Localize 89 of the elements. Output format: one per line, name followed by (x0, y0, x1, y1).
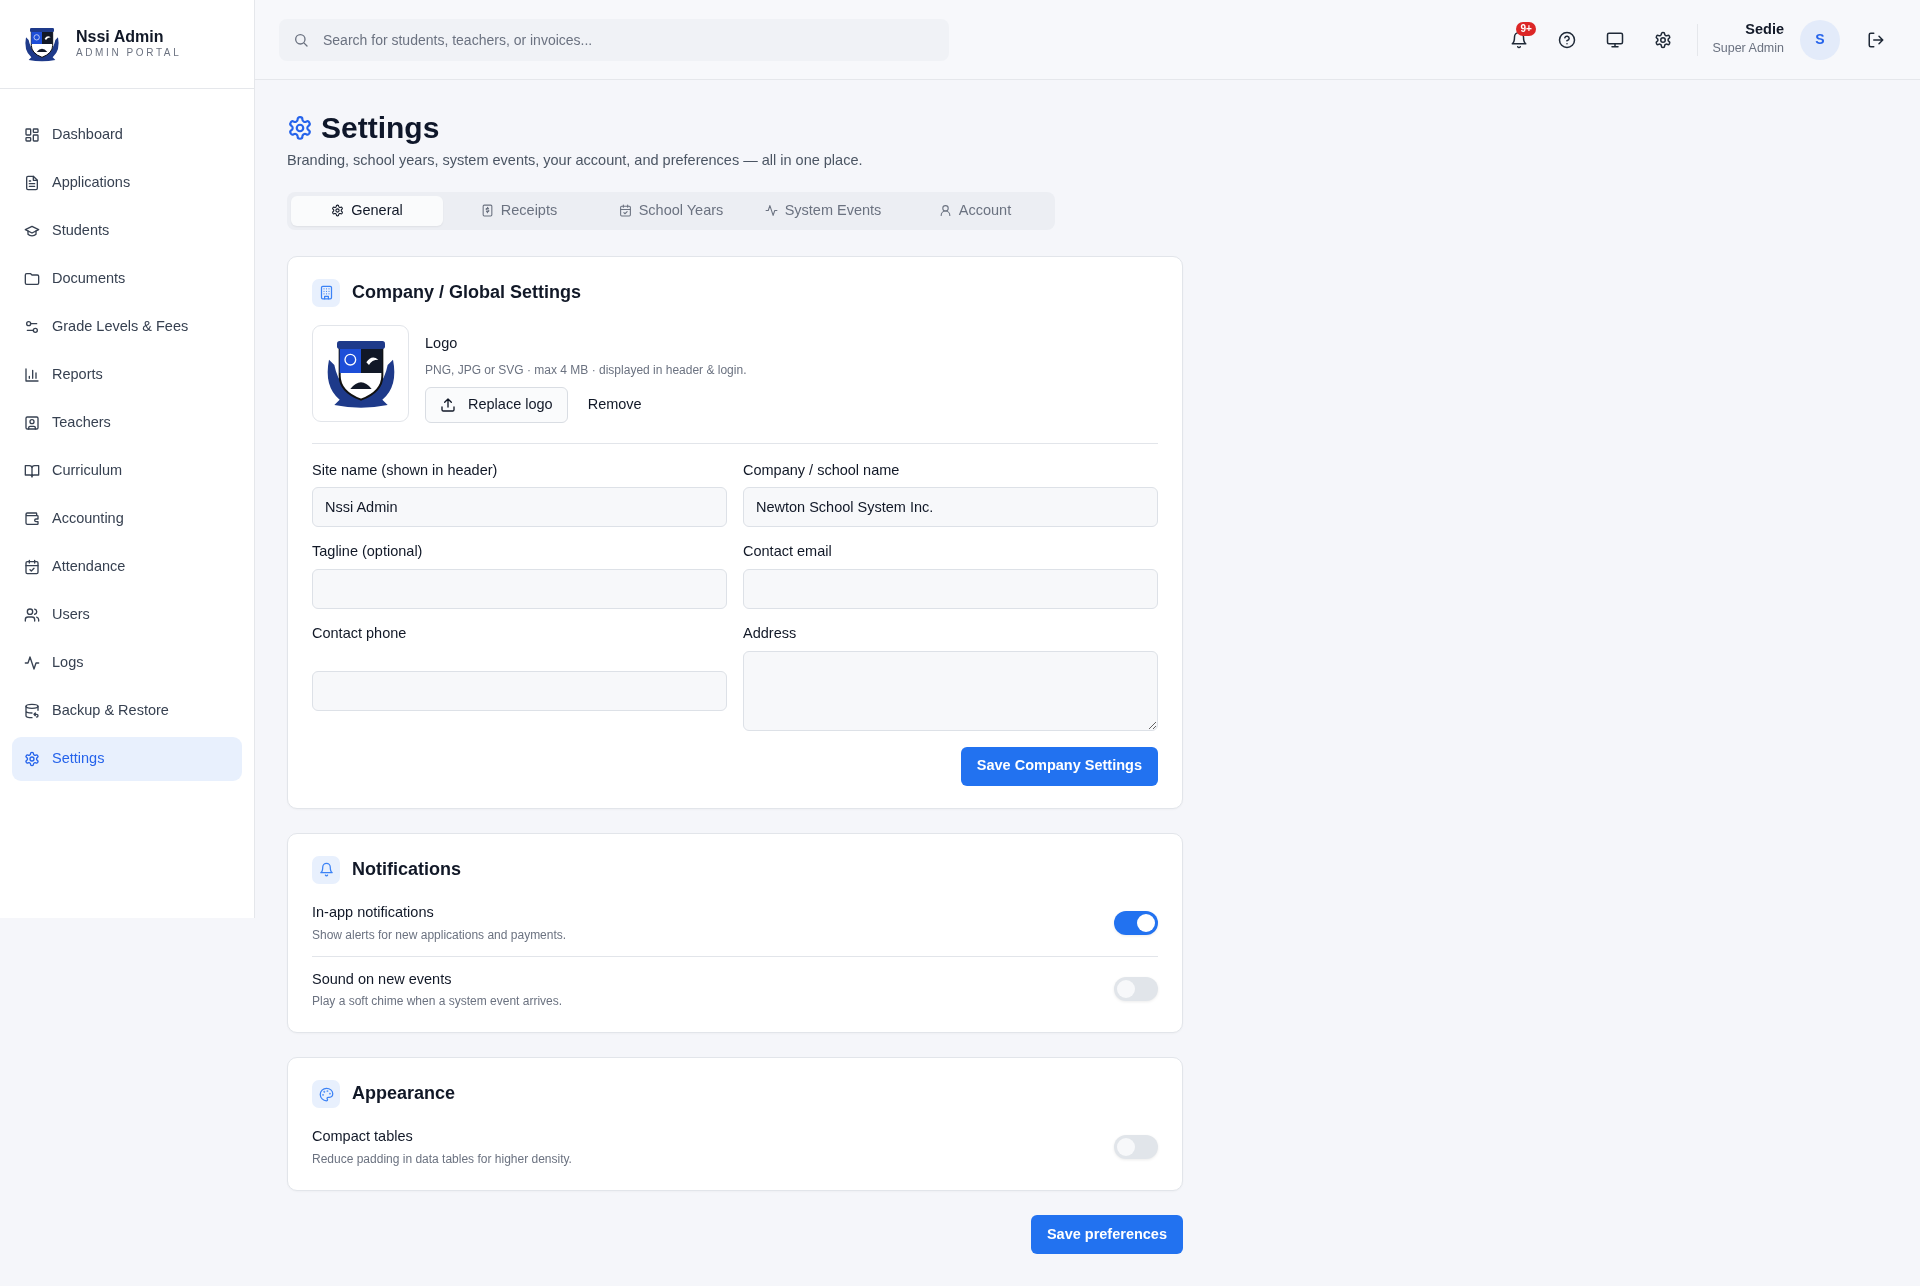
input-field[interactable]: Nssi Admin (312, 487, 727, 528)
sidebar-item[interactable]: Teachers (12, 401, 242, 445)
sidebar-item[interactable]: Documents (12, 257, 242, 301)
sidebar-item[interactable]: Accounting (12, 497, 242, 541)
setting-label: Compact tables (312, 1127, 414, 1147)
card-title: Company / Global Settings (352, 281, 582, 304)
toggle-switch[interactable] (1114, 1135, 1158, 1160)
logo-hint: PNG, JPG or SVG · max 4 MB · displayed in header & login. (425, 361, 747, 379)
user-avatar[interactable]: S (1800, 19, 1840, 60)
field-label: Site name (shown in header) (312, 460, 499, 480)
calendar-icon (24, 559, 40, 575)
field-label: Address (743, 624, 798, 643)
setting-label: In-app notifications (312, 902, 435, 922)
upload-icon (440, 396, 456, 413)
settings-icon[interactable] (1654, 30, 1673, 49)
settings-icon (331, 204, 345, 218)
bar-chart-icon (24, 367, 40, 383)
tab[interactable]: Account (899, 195, 1051, 226)
sidebar-item[interactable]: Curriculum (12, 449, 242, 493)
sidebar-item[interactable]: Users (12, 593, 242, 637)
bell-icon (1510, 30, 1529, 49)
dashboard-icon (24, 127, 40, 143)
page-subtitle: Branding, school years, system events, your account, and preferences — all in one place. (287, 151, 864, 170)
sidebar-item[interactable]: Backup & Restore (12, 689, 242, 733)
user-icon (938, 204, 952, 218)
setting-description: Play a soft chime when a system event arrives. (312, 993, 563, 1011)
replace-logo-button[interactable]: Replace logo (425, 386, 568, 423)
monitor-icon[interactable] (1606, 30, 1625, 49)
save-company-settings-button[interactable]: Save Company Settings (960, 746, 1158, 786)
search-field[interactable]: Search for students, teachers, or invoices... (279, 18, 949, 61)
bell-icon (318, 862, 334, 878)
id-card-icon (24, 415, 40, 431)
help-icon[interactable] (1558, 30, 1577, 49)
field-label: Contact phone (312, 624, 408, 643)
wallet-icon (24, 511, 40, 527)
sidebar-item[interactable]: Dashboard (12, 113, 242, 157)
sidebar-item[interactable]: Students (12, 209, 242, 253)
sidebar-item[interactable]: Logs (12, 641, 242, 685)
brand-subtitle: ADMIN PORTAL (76, 46, 182, 61)
sidebar-item[interactable]: Settings (12, 737, 242, 781)
receipt-icon (480, 204, 494, 218)
user-role: Super Admin (1712, 39, 1784, 57)
field-label: Company / school name (743, 460, 901, 480)
text-area[interactable] (743, 650, 1158, 731)
search-icon (293, 31, 309, 48)
database-icon (24, 703, 40, 719)
sliders-icon (24, 319, 40, 335)
activity-icon (764, 204, 778, 218)
setting-description: Show alerts for new applications and payments. (312, 926, 567, 944)
user-name: Sedie (1744, 21, 1784, 39)
input-field[interactable] (312, 569, 727, 609)
logout-icon[interactable] (1867, 30, 1885, 49)
folder-icon (24, 271, 40, 287)
notification-badge: 9+ (1516, 21, 1536, 36)
settings-icon (287, 115, 313, 141)
building-icon (318, 285, 334, 301)
save-preferences-button[interactable]: Save preferences (1030, 1215, 1183, 1254)
field-label: Tagline (optional) (312, 542, 424, 562)
tab[interactable]: School Years (595, 195, 747, 226)
sidebar-item[interactable]: Grade Levels & Fees (12, 305, 242, 349)
settings-icon (24, 751, 40, 767)
input-field[interactable]: Newton School System Inc. (743, 487, 1158, 528)
brand-name: Nssi Admin (76, 27, 165, 46)
calendar-icon (618, 204, 632, 218)
document-icon (24, 175, 40, 191)
field-label: Contact email (743, 542, 833, 562)
remove-logo-button[interactable]: Remove (575, 393, 654, 416)
sidebar-item[interactable]: Applications (12, 161, 242, 205)
input-field[interactable] (312, 670, 727, 711)
users-icon (24, 607, 40, 623)
tab[interactable]: Receipts (443, 195, 595, 226)
input-field[interactable] (743, 569, 1158, 609)
toggle-switch[interactable] (1114, 910, 1158, 935)
activity-icon (24, 655, 40, 671)
setting-description: Reduce padding in data tables for higher density. (312, 1151, 572, 1168)
notifications-button[interactable]: 9+ (1499, 19, 1540, 60)
card-title: Notifications (352, 858, 461, 881)
toggle-switch[interactable] (1114, 977, 1158, 1002)
sidebar-item[interactable]: Reports (12, 353, 242, 397)
palette-icon (318, 1086, 334, 1102)
book-icon (24, 463, 40, 479)
tab[interactable]: System Events (747, 195, 899, 226)
card-title: Appearance (352, 1083, 456, 1106)
page-title: Settings (321, 110, 440, 146)
logo-label: Logo (425, 333, 459, 353)
setting-label: Sound on new events (312, 969, 453, 989)
sidebar-item[interactable]: Attendance (12, 545, 242, 589)
tab[interactable]: General (291, 195, 443, 226)
graduation-cap-icon (24, 223, 40, 239)
